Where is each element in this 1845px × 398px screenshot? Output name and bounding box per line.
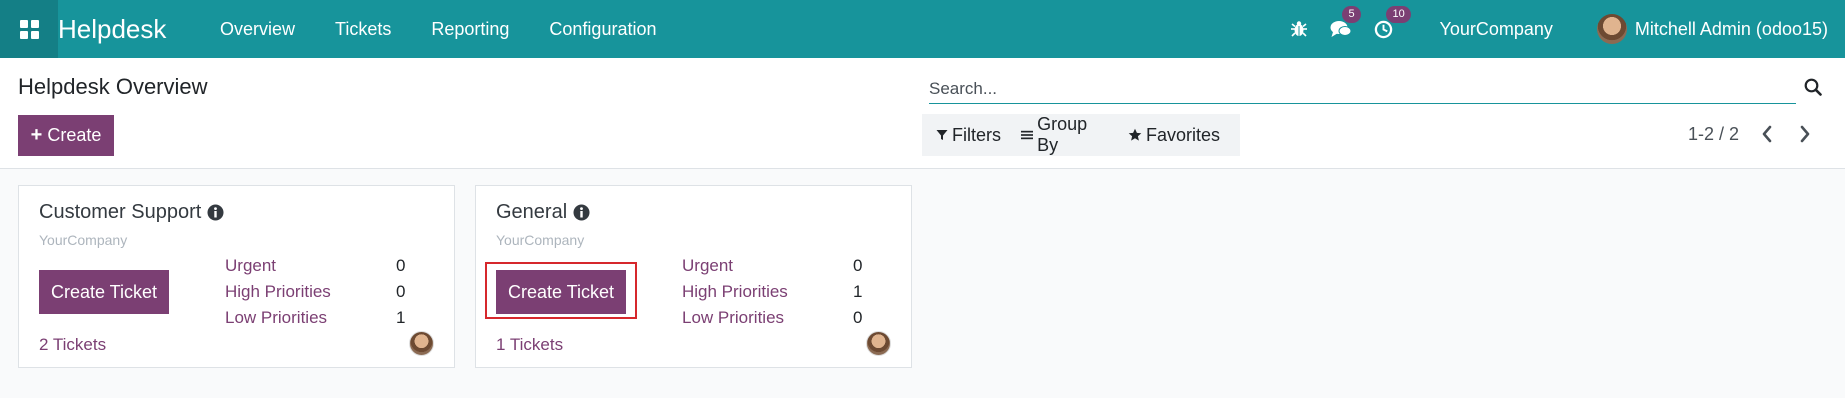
urgent-count: 0 bbox=[853, 256, 863, 275]
low-priorities-count: 0 bbox=[853, 308, 863, 327]
activities-button[interactable]: 10 bbox=[1374, 5, 1411, 39]
search-button[interactable] bbox=[1804, 78, 1822, 101]
debug-button[interactable] bbox=[1290, 20, 1308, 38]
apps-grid-icon bbox=[19, 19, 39, 39]
bug-icon bbox=[1291, 21, 1308, 37]
team-name[interactable]: General bbox=[496, 201, 567, 224]
menu-configuration[interactable]: Configuration bbox=[549, 19, 656, 40]
team-card-general: General YourCompany Create Ticket Urgent… bbox=[475, 185, 912, 368]
urgent-count: 0 bbox=[396, 256, 406, 275]
top-navbar: Helpdesk Overview Tickets Reporting Conf… bbox=[0, 0, 1845, 58]
create-button[interactable]: + Create bbox=[18, 115, 114, 156]
low-priorities-link[interactable]: Low Priorities bbox=[225, 308, 327, 328]
search-input[interactable] bbox=[929, 74, 1796, 104]
high-priorities-count: 1 bbox=[853, 282, 863, 301]
team-card-customer-support: Customer Support YourCompany Create Tick… bbox=[18, 185, 455, 368]
low-priorities-count: 1 bbox=[396, 308, 406, 327]
activities-badge: 10 bbox=[1386, 5, 1411, 23]
favorites-label: Favorites bbox=[1145, 124, 1220, 145]
urgent-link[interactable]: Urgent bbox=[225, 256, 276, 276]
high-priorities-link[interactable]: High Priorities bbox=[225, 282, 331, 302]
team-name[interactable]: Customer Support bbox=[39, 201, 201, 224]
favorites-dropdown[interactable]: Favorites bbox=[1128, 125, 1220, 146]
member-avatar[interactable] bbox=[409, 331, 434, 356]
menu-reporting[interactable]: Reporting bbox=[431, 19, 509, 40]
menu-tickets[interactable]: Tickets bbox=[335, 19, 391, 40]
team-company: YourCompany bbox=[39, 232, 128, 248]
groupby-label: Group By bbox=[1037, 114, 1088, 155]
groupby-dropdown[interactable]: Group By bbox=[1021, 114, 1108, 156]
search-bar bbox=[926, 74, 1796, 104]
tickets-count-link[interactable]: 1 Tickets bbox=[496, 335, 563, 355]
create-ticket-button[interactable]: Create Ticket bbox=[496, 270, 626, 314]
filters-label: Filters bbox=[952, 124, 1001, 145]
bars-icon bbox=[1021, 130, 1034, 140]
filters-dropdown[interactable]: Filters bbox=[936, 125, 1001, 146]
member-avatar[interactable] bbox=[866, 331, 891, 356]
user-avatar bbox=[1596, 14, 1627, 44]
low-priorities-link[interactable]: Low Priorities bbox=[682, 308, 784, 328]
user-name: Mitchell Admin (odoo15) bbox=[1634, 18, 1828, 39]
chevron-left-icon bbox=[1762, 125, 1772, 143]
plus-icon: + bbox=[30, 124, 43, 146]
create-ticket-button[interactable]: Create Ticket bbox=[39, 270, 169, 314]
info-icon[interactable] bbox=[207, 204, 224, 221]
app-brand[interactable]: Helpdesk bbox=[58, 14, 188, 45]
messages-badge: 5 bbox=[1342, 6, 1361, 23]
high-priorities-count: 0 bbox=[396, 282, 406, 301]
pager-next[interactable] bbox=[1799, 125, 1811, 148]
pager-value[interactable]: 1-2 / 2 bbox=[1688, 124, 1739, 145]
pager-previous[interactable] bbox=[1761, 125, 1773, 148]
high-priorities-link[interactable]: High Priorities bbox=[682, 282, 788, 302]
company-switcher[interactable]: YourCompany bbox=[1439, 19, 1552, 40]
urgent-link[interactable]: Urgent bbox=[682, 256, 733, 276]
filter-icon bbox=[936, 130, 948, 140]
filter-bar: Filters Group By Favorites bbox=[922, 114, 1240, 156]
tickets-count-link[interactable]: 2 Tickets bbox=[39, 335, 106, 355]
search-icon bbox=[1804, 78, 1822, 96]
user-menu[interactable]: Mitchell Admin (odoo15) bbox=[1596, 14, 1828, 44]
page-title: Helpdesk Overview bbox=[18, 74, 208, 99]
info-icon[interactable] bbox=[573, 204, 590, 221]
create-label: Create bbox=[47, 125, 102, 145]
team-company: YourCompany bbox=[496, 232, 585, 248]
control-panel: Helpdesk Overview + Create Filters Group… bbox=[0, 58, 1845, 169]
star-icon bbox=[1128, 128, 1142, 141]
app-menu-button[interactable] bbox=[0, 0, 58, 58]
messages-button[interactable]: 5 bbox=[1330, 6, 1361, 38]
menu-overview[interactable]: Overview bbox=[220, 19, 295, 40]
chevron-right-icon bbox=[1800, 125, 1810, 143]
